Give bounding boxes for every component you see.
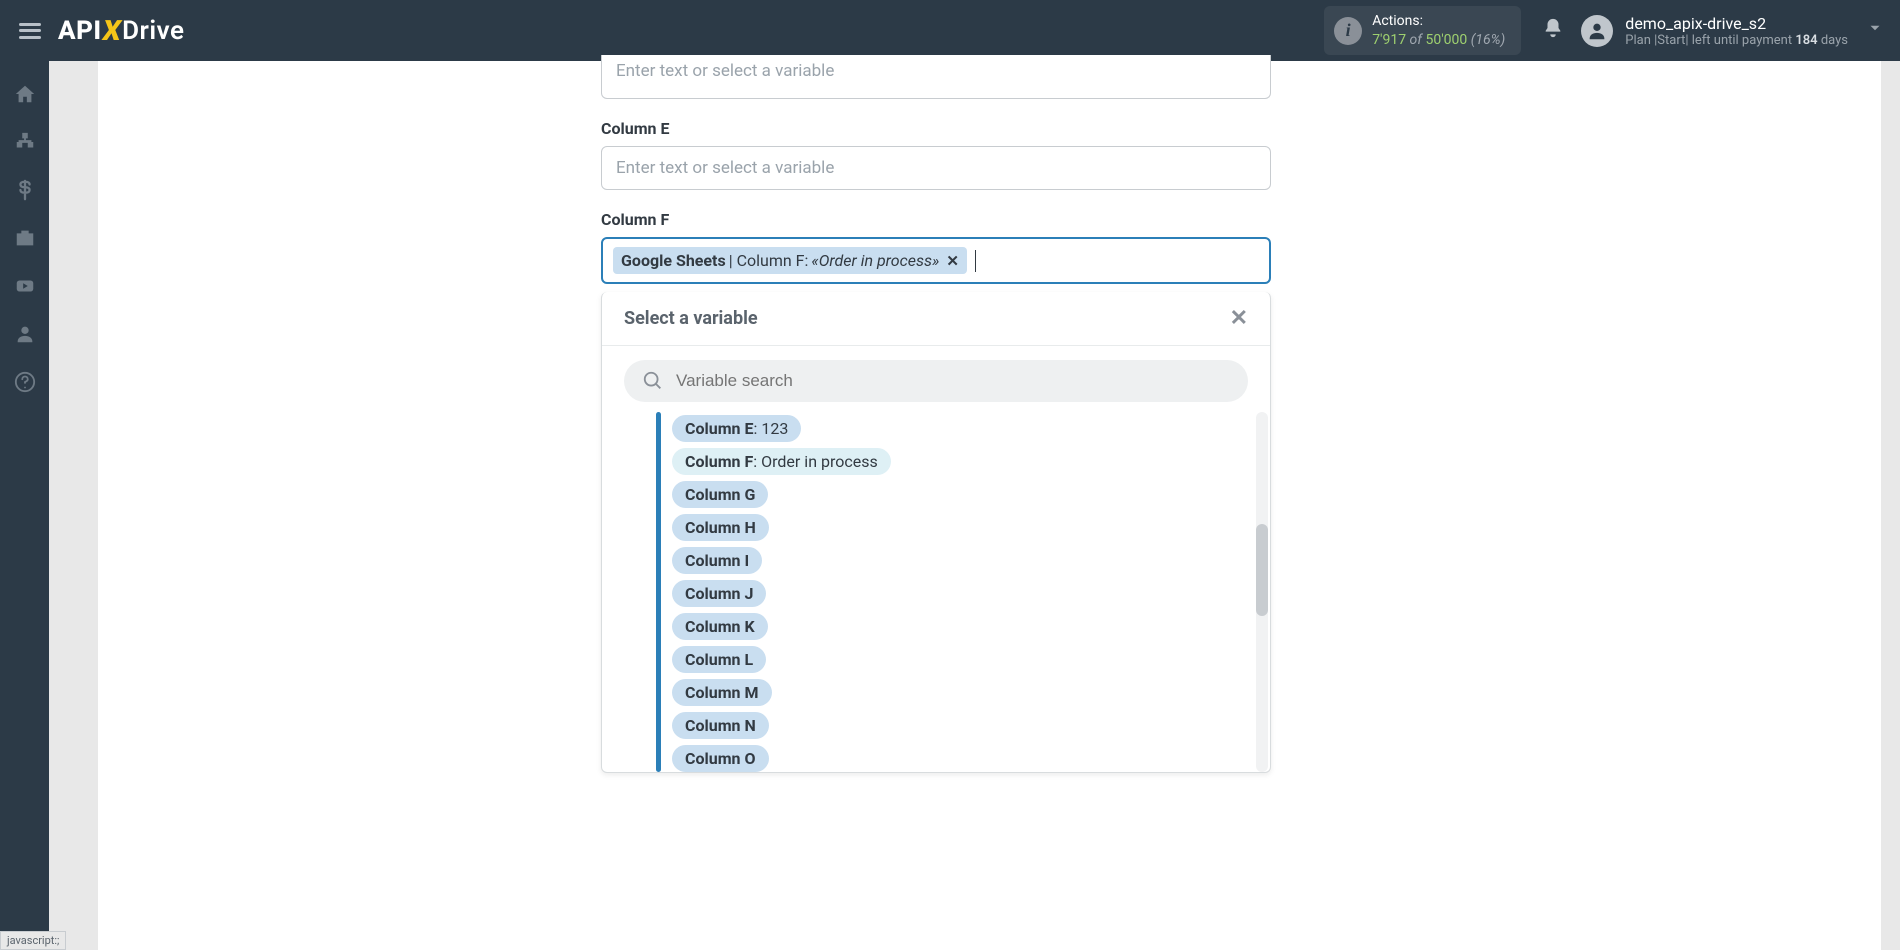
variable-option[interactable]: Column L — [672, 646, 766, 673]
variable-option[interactable]: Column E: 123 — [672, 415, 801, 442]
dropdown-search-input[interactable] — [676, 371, 1230, 391]
actions-max: 50'000 — [1425, 32, 1467, 48]
content-card: Enter text or select a variable Column E… — [98, 61, 1881, 950]
field-column-d-truncated: Enter text or select a variable — [601, 55, 1271, 99]
variable-token[interactable]: Google Sheets | Column F: «Order in proc… — [613, 247, 967, 274]
actions-of: of — [1406, 32, 1425, 48]
hamburger-menu[interactable] — [10, 11, 50, 51]
notifications-bell[interactable] — [1533, 17, 1573, 45]
actions-used: 7'917 — [1372, 32, 1406, 48]
sidebar-item-home[interactable] — [0, 71, 49, 117]
youtube-icon — [14, 275, 36, 297]
token-value: «Order in process» — [811, 251, 939, 270]
actions-counter[interactable]: i Actions: 7'917 of 50'000 (16%) — [1324, 6, 1521, 54]
sidebar-item-account[interactable] — [0, 311, 49, 357]
avatar-icon — [1586, 20, 1608, 42]
variable-option[interactable]: Column K — [672, 613, 768, 640]
user-plan: Plan |Start| left until payment 184 days — [1625, 33, 1848, 48]
column-e-input[interactable]: Enter text or select a variable — [601, 146, 1271, 190]
sidebar-item-video[interactable] — [0, 263, 49, 309]
variable-option[interactable]: Column I — [672, 547, 762, 574]
column-e-label: Column E — [601, 119, 1271, 138]
top-bar: APIXDrive i Actions: 7'917 of 50'000 (16… — [0, 0, 1900, 61]
variable-option[interactable]: Column N — [672, 712, 769, 739]
bell-icon — [1542, 17, 1564, 39]
variable-option[interactable]: Column O — [672, 745, 769, 772]
sitemap-icon — [14, 131, 36, 153]
logo-text-api: API — [58, 16, 102, 46]
variable-option[interactable]: Column H — [672, 514, 769, 541]
user-icon — [14, 323, 36, 345]
hamburger-icon — [19, 23, 41, 39]
dropdown-close[interactable]: ✕ — [1230, 306, 1248, 331]
help-icon — [14, 371, 36, 393]
field-column-e: Column E Enter text or select a variable — [601, 119, 1271, 190]
dropdown-title: Select a variable — [624, 308, 758, 329]
token-remove[interactable]: ✕ — [946, 252, 959, 270]
token-source: Google Sheets — [621, 251, 726, 270]
info-icon: i — [1334, 17, 1362, 45]
text-cursor — [975, 250, 976, 272]
browser-status-bar: javascript:; — [0, 931, 66, 950]
column-f-label: Column F — [601, 210, 1271, 229]
sidebar-item-help[interactable] — [0, 359, 49, 405]
dropdown-list: Column E: 123 Column F: Order in process C… — [602, 412, 1270, 772]
home-icon — [14, 83, 36, 105]
chevron-down-icon — [1866, 19, 1884, 37]
form-area: Enter text or select a variable Column E… — [601, 61, 1271, 793]
content-background: Enter text or select a variable Column E… — [49, 61, 1900, 950]
dropdown-header: Select a variable ✕ — [602, 292, 1270, 346]
variable-option[interactable]: Column M — [672, 679, 772, 706]
variable-dropdown: Select a variable ✕ Column E: 123Column … — [601, 292, 1271, 773]
actions-pct: (16%) — [1467, 32, 1505, 48]
column-d-input[interactable]: Enter text or select a variable — [601, 55, 1271, 99]
dollar-icon — [14, 179, 36, 201]
field-column-f: Column F Google Sheets | Column F: «Orde… — [601, 210, 1271, 773]
logo-text-drive: Drive — [122, 16, 184, 46]
search-icon — [642, 370, 664, 392]
user-info[interactable]: demo_apix-drive_s2 Plan |Start| left unt… — [1625, 14, 1848, 48]
user-avatar[interactable] — [1581, 15, 1613, 47]
user-name: demo_apix-drive_s2 — [1625, 14, 1848, 33]
sidebar — [0, 61, 49, 950]
user-menu-chevron[interactable] — [1860, 19, 1890, 42]
sidebar-item-connections[interactable] — [0, 119, 49, 165]
actions-label: Actions: — [1372, 12, 1505, 30]
variable-option[interactable]: Column G — [672, 481, 768, 508]
token-sep: | Column F: — [729, 251, 809, 270]
actions-text: Actions: 7'917 of 50'000 (16%) — [1372, 12, 1505, 48]
column-f-input[interactable]: Google Sheets | Column F: «Order in proc… — [601, 237, 1271, 284]
dropdown-search[interactable] — [624, 360, 1248, 402]
sidebar-item-billing[interactable] — [0, 167, 49, 213]
briefcase-icon — [14, 227, 36, 249]
sidebar-item-tools[interactable] — [0, 215, 49, 261]
logo[interactable]: APIXDrive — [58, 14, 184, 47]
logo-text-x: X — [100, 14, 124, 47]
scroll-thumb[interactable] — [1256, 524, 1268, 616]
variable-option[interactable]: Column J — [672, 580, 766, 607]
variable-option[interactable]: Column F: Order in process — [672, 448, 891, 475]
